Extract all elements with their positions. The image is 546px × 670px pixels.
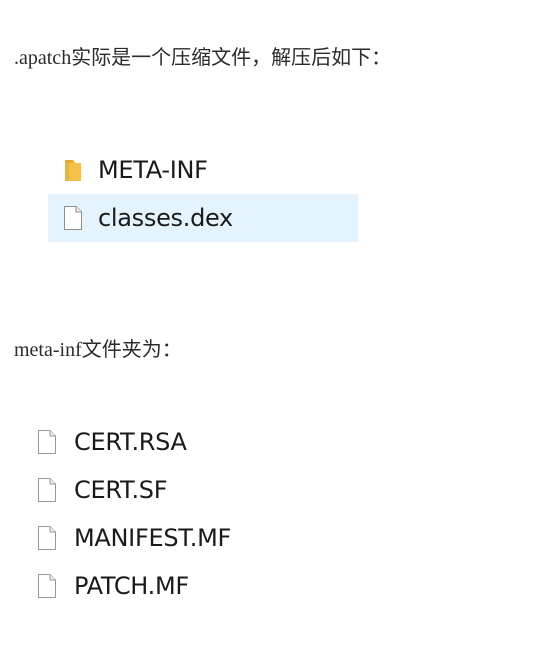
list-item-manifest-mf[interactable]: MANIFEST.MF xyxy=(32,514,362,562)
file-icon xyxy=(64,206,82,230)
archive-file-list: META-INF classes.dex xyxy=(48,146,358,242)
folder-icon xyxy=(65,160,81,181)
intro-paragraph: .apatch实际是一个压缩文件，解压后如下： xyxy=(14,47,392,69)
meta-inf-paragraph: meta-inf文件夹为： xyxy=(14,339,182,361)
file-icon xyxy=(38,526,56,550)
meta-inf-file-list: CERT.RSA CERT.SF MANIFEST.MF PATCH.MF xyxy=(32,418,362,610)
list-item-patch-mf[interactable]: PATCH.MF xyxy=(32,562,362,610)
list-item-label: META-INF xyxy=(98,156,208,184)
list-item-classes-dex[interactable]: classes.dex xyxy=(48,194,358,242)
list-item-cert-rsa[interactable]: CERT.RSA xyxy=(32,418,362,466)
file-icon xyxy=(38,430,56,454)
list-item-cert-sf[interactable]: CERT.SF xyxy=(32,466,362,514)
list-item-meta-inf[interactable]: META-INF xyxy=(48,146,358,194)
list-item-label: CERT.SF xyxy=(74,476,168,504)
file-icon xyxy=(38,574,56,598)
list-item-label: CERT.RSA xyxy=(74,428,187,456)
list-item-label: classes.dex xyxy=(98,204,233,232)
list-item-label: PATCH.MF xyxy=(74,572,189,600)
list-item-label: MANIFEST.MF xyxy=(74,524,232,552)
file-icon xyxy=(38,478,56,502)
